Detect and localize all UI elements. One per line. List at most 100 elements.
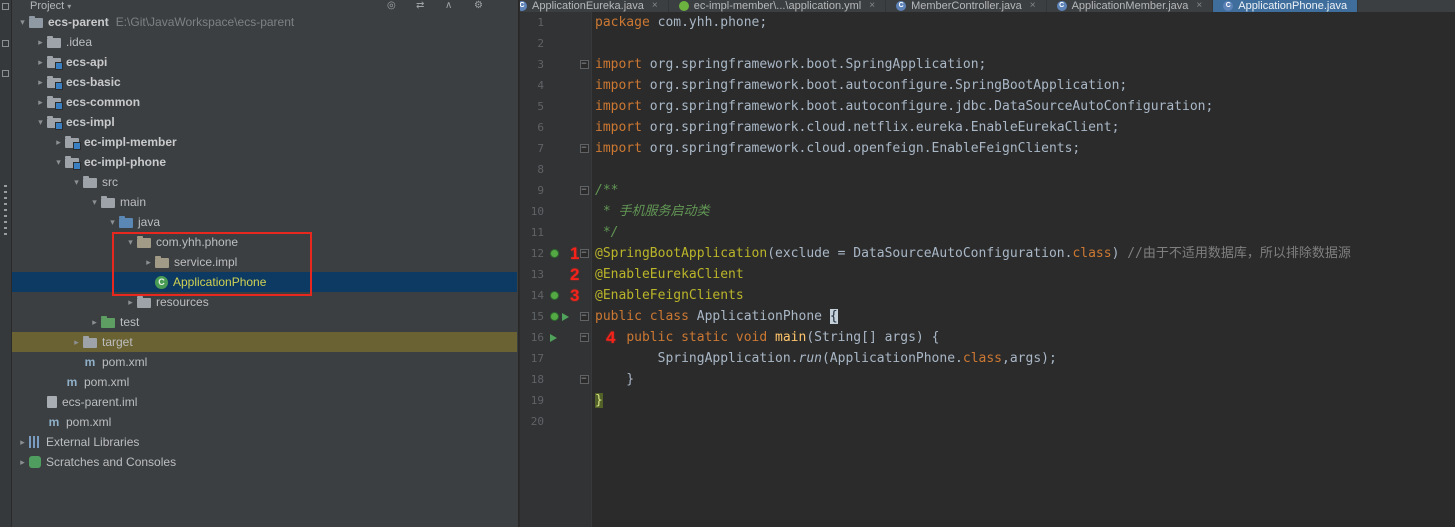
- tab-membercontroller-java[interactable]: C MemberController.java ×: [886, 0, 1047, 12]
- fold-marker-icon[interactable]: [579, 333, 589, 342]
- spring-bean-icon[interactable]: [550, 249, 559, 258]
- chevron-down-icon[interactable]: ▾: [70, 177, 83, 188]
- gutter-icons: [546, 348, 576, 369]
- fold-area: [576, 411, 592, 432]
- tab-applicationphone-java[interactable]: C ApplicationPhone.java: [1213, 0, 1359, 12]
- code-segment: //由于不适用数据库，所以排除数据源: [1127, 246, 1351, 261]
- tree-item-label: ecs-parent: [48, 15, 109, 29]
- chevron-right-icon[interactable]: ▸: [52, 137, 65, 148]
- fold-area: [576, 306, 592, 327]
- line-number: 9: [537, 184, 544, 197]
- code-line-5: 5 import org.springframework.boot.autocon…: [520, 96, 1455, 117]
- tool-stripe-icon-1[interactable]: [2, 3, 9, 10]
- tree-row-java[interactable]: ▾ java: [12, 212, 517, 232]
- collapse-all-icon[interactable]: ∧: [445, 0, 452, 12]
- tree-row-ecs-api[interactable]: ▸ ecs-api: [12, 52, 517, 72]
- tree-item-label: pom.xml: [84, 375, 130, 389]
- fold-marker-icon[interactable]: [579, 144, 589, 153]
- close-icon[interactable]: ×: [1030, 0, 1036, 12]
- code-segment: import: [595, 141, 642, 156]
- chevron-down-icon[interactable]: ▾: [88, 197, 101, 208]
- close-icon[interactable]: ×: [652, 0, 658, 12]
- chevron-right-icon[interactable]: ▸: [34, 57, 47, 68]
- tree-row-ecs-common[interactable]: ▸ ecs-common: [12, 92, 517, 112]
- run-icon[interactable]: [562, 312, 569, 321]
- chevron-right-icon[interactable]: ▸: [88, 317, 101, 328]
- tree-row-pom-xml[interactable]: m pom.xml: [12, 372, 517, 392]
- tree-item-label: .idea: [66, 35, 93, 49]
- code-segment: class: [1072, 246, 1112, 261]
- tab-ec-impl-member-application-yml[interactable]: ec-impl-member\...\application.yml ×: [669, 0, 887, 12]
- code-line-13: 13 @EnableEurekaClient: [520, 264, 1455, 285]
- chevron-right-icon[interactable]: ▸: [34, 37, 47, 48]
- chevron-down-icon[interactable]: ▾: [52, 157, 65, 168]
- fold-area: [576, 390, 592, 411]
- settings-icon[interactable]: ⚙: [474, 0, 483, 12]
- spring-bean-icon[interactable]: [550, 291, 559, 300]
- chevron-right-icon[interactable]: ▸: [34, 97, 47, 108]
- tab-applicationeureka-java[interactable]: C ApplicationEureka.java ×: [520, 0, 669, 12]
- spring-bean-icon[interactable]: [550, 312, 559, 321]
- tree-row-ecs-basic[interactable]: ▸ ecs-basic: [12, 72, 517, 92]
- tree-row-src[interactable]: ▾ src: [12, 172, 517, 192]
- run-icon[interactable]: [550, 333, 557, 342]
- tree-item-label: resources: [156, 295, 209, 309]
- code-text: import org.springframework.boot.SpringAp…: [592, 54, 986, 75]
- chevron-right-icon[interactable]: ▸: [16, 437, 29, 448]
- tree-row-external-libraries[interactable]: ▸ External Libraries: [12, 432, 517, 452]
- line-number: 6: [537, 121, 544, 134]
- close-icon[interactable]: ×: [1196, 0, 1202, 12]
- tab-applicationmember-java[interactable]: C ApplicationMember.java ×: [1047, 0, 1214, 12]
- fold-area: [576, 33, 592, 54]
- editor-lines[interactable]: 1 package com.yhh.phone; 2 3 import org.spri…: [520, 12, 1455, 432]
- spring-config-icon: [678, 1, 689, 11]
- chevron-down-icon[interactable]: ▾: [34, 117, 47, 128]
- tree-item-label: External Libraries: [46, 435, 140, 449]
- fold-marker-icon[interactable]: [579, 312, 589, 321]
- tree-row-ecs-impl[interactable]: ▾ ecs-impl: [12, 112, 517, 132]
- gutter-icons: [546, 159, 576, 180]
- fold-marker-icon[interactable]: [579, 186, 589, 195]
- line-number: 19: [530, 394, 544, 407]
- tree-row-main[interactable]: ▾ main: [12, 192, 517, 212]
- close-icon[interactable]: ×: [869, 0, 875, 12]
- tree-row-test[interactable]: ▸ test: [12, 312, 517, 332]
- tree-row-ec-impl-member[interactable]: ▸ ec-impl-member: [12, 132, 517, 152]
- scroll-sync-icon[interactable]: ⇄: [416, 0, 424, 12]
- tree-row-ecs-parent-iml[interactable]: ecs-parent.iml: [12, 392, 517, 412]
- tree-row-pom-xml[interactable]: m pom.xml: [12, 352, 517, 372]
- fold-marker-icon[interactable]: [579, 375, 589, 384]
- code-segment: public static void: [626, 330, 768, 345]
- tree-row-pom-xml[interactable]: m pom.xml: [12, 412, 517, 432]
- chevron-right-icon[interactable]: ▸: [124, 297, 137, 308]
- gutter-icons: [546, 180, 576, 201]
- code-text: @SpringBootApplication(exclude = DataSou…: [592, 243, 1351, 264]
- fold-marker-icon[interactable]: [579, 60, 589, 69]
- tree-row-ec-impl-phone[interactable]: ▾ ec-impl-phone: [12, 152, 517, 172]
- tool-stripe-icon-3[interactable]: [2, 70, 9, 77]
- tree-row-target[interactable]: ▸ target: [12, 332, 517, 352]
- locate-file-icon[interactable]: ◎: [387, 0, 396, 12]
- code-line-3: 3 import org.springframework.boot.SpringA…: [520, 54, 1455, 75]
- chevron-down-icon[interactable]: ▾: [16, 17, 29, 28]
- java-icon: [119, 216, 133, 228]
- fold-area: [576, 54, 592, 75]
- code-segment: com.yhh.phone;: [649, 15, 768, 30]
- fold-area: [576, 159, 592, 180]
- project-panel-title[interactable]: Project: [30, 0, 64, 12]
- fold-marker-icon[interactable]: [579, 249, 589, 258]
- tree-row-scratches-and-consoles[interactable]: ▸ Scratches and Consoles: [12, 452, 517, 472]
- chevron-right-icon[interactable]: ▸: [34, 77, 47, 88]
- module-icon: [65, 156, 81, 170]
- tree-row-ecs-parent[interactable]: ▾ ecs-parent E:\Git\JavaWorkspace\ecs-pare…: [12, 12, 517, 32]
- gutter-icons: [546, 33, 576, 54]
- tool-stripe-icon-2[interactable]: [2, 40, 9, 47]
- class-icon: C: [1056, 1, 1067, 11]
- code-segment: }: [595, 393, 603, 408]
- chevron-right-icon[interactable]: ▸: [70, 337, 83, 348]
- code-line-11: 11 */: [520, 222, 1455, 243]
- tree-row-idea[interactable]: ▸ .idea: [12, 32, 517, 52]
- code-text: }: [592, 390, 603, 411]
- chevron-right-icon[interactable]: ▸: [16, 457, 29, 468]
- chevron-down-icon[interactable]: ▾: [106, 217, 119, 228]
